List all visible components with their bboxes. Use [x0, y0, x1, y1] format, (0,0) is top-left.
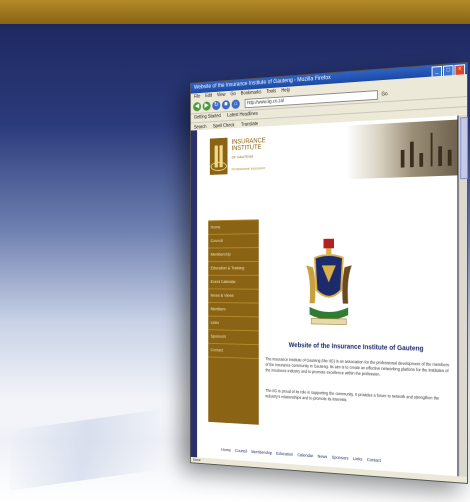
stop-icon[interactable]: ■ [222, 100, 230, 110]
vertical-scrollbar[interactable] [458, 115, 467, 477]
intro-paragraph: The Insurance Institute of Gauteng (the … [265, 357, 449, 381]
nav-membership[interactable]: Membership [208, 248, 259, 262]
browser-window: Website of the Insurance Institute of Ga… [190, 62, 468, 484]
site-brand: INSURANCE INSTITUTE OF GAUTENG Professio… [232, 138, 266, 184]
nav-links[interactable]: Links [208, 317, 259, 332]
scrollbar-thumb[interactable] [460, 117, 468, 179]
footer-sponsors[interactable]: Sponsors [332, 455, 349, 461]
menu-file[interactable]: File [194, 93, 200, 101]
main-content: Website of the Insurance Institute of Ga… [264, 235, 452, 456]
nav-contact[interactable]: Contact [208, 344, 259, 359]
nav-home[interactable]: Home [208, 219, 259, 235]
web-page: INSURANCE INSTITUTE OF GAUTENG Professio… [197, 116, 457, 477]
menu-bookmarks[interactable]: Bookmarks [241, 89, 262, 98]
back-icon[interactable]: ◀ [193, 102, 201, 112]
secondary-paragraph: The IIG is proud of its role in supporti… [265, 388, 449, 408]
page-title: Website of the Insurance Institute of Ga… [264, 342, 452, 354]
iig-logo-icon [210, 138, 228, 175]
menu-view[interactable]: View [217, 91, 226, 99]
go-button[interactable]: Go [381, 91, 387, 97]
maximize-button[interactable]: □ [443, 65, 454, 77]
city-skyline-image [346, 120, 457, 180]
footer-council[interactable]: Council [235, 448, 247, 453]
brand-tagline: Professional Insurance [232, 164, 266, 172]
menu-help[interactable]: Help [281, 87, 290, 95]
footer-membership[interactable]: Membership [251, 449, 272, 455]
forward-icon[interactable]: ▶ [203, 101, 211, 111]
brand-line3: OF GAUTENG [232, 152, 266, 160]
brand-line2: INSTITUTE [232, 144, 266, 152]
minimize-button[interactable]: _ [432, 66, 442, 78]
menu-go[interactable]: Go [230, 90, 235, 98]
page-viewport: INSURANCE INSTITUTE OF GAUTENG Professio… [191, 115, 467, 477]
footer-links-item[interactable]: Links [353, 456, 362, 461]
footer-contact[interactable]: Contact [367, 457, 381, 463]
home-icon[interactable]: ⌂ [232, 99, 240, 109]
nav-news[interactable]: News & Views [208, 289, 259, 303]
footer-home[interactable]: Home [221, 447, 231, 452]
nav-members[interactable]: Members [208, 303, 259, 317]
top-gold-band [0, 0, 470, 24]
coat-of-arms-icon [303, 237, 356, 333]
menu-tools[interactable]: Tools [266, 88, 276, 96]
footer-calendar[interactable]: Calendar [297, 452, 313, 458]
reload-icon[interactable]: ↻ [212, 101, 220, 111]
footer-education[interactable]: Education [276, 451, 293, 457]
nav-council[interactable]: Council [208, 234, 259, 248]
footer-news[interactable]: News [317, 454, 327, 459]
nav-event-calendar[interactable]: Event Calendar [208, 276, 259, 290]
nav-sponsors[interactable]: Sponsors [208, 330, 259, 345]
close-button[interactable]: × [454, 64, 465, 76]
nav-education[interactable]: Education & Training [208, 262, 259, 276]
site-sidebar-nav: Home Council Membership Education & Trai… [208, 219, 259, 424]
site-banner: INSURANCE INSTITUTE OF GAUTENG Professio… [208, 120, 457, 184]
menu-edit[interactable]: Edit [205, 92, 212, 100]
